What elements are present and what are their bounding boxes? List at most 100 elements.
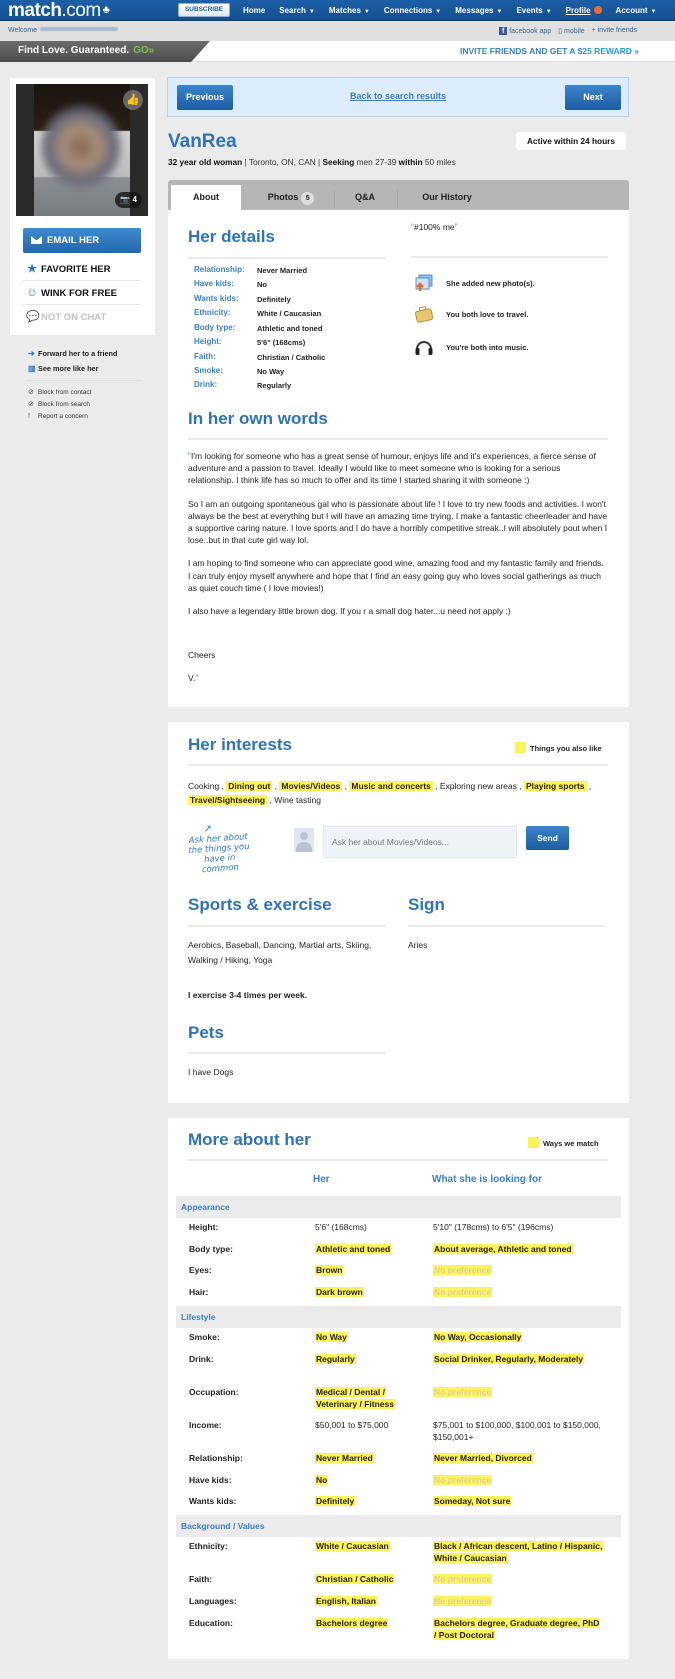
looking-for-value-text: Bachelors degree, Graduate degree, PhD /…	[433, 1618, 601, 1640]
nav-search[interactable]: Search ▼	[272, 6, 322, 15]
row-label: Ethnicity:	[189, 1541, 228, 1551]
looking-for-value-text: No preference	[433, 1287, 493, 1297]
detail-label: Ethnicity:	[194, 308, 231, 317]
nav-home[interactable]: Home	[236, 6, 272, 15]
interest-item: Cooking	[188, 781, 220, 791]
next-button[interactable]: Next	[565, 85, 621, 110]
detail-value: Regularly	[257, 381, 292, 390]
her-value: White / Caucasian	[315, 1541, 415, 1553]
active-status-badge: Active within 24 hours	[516, 132, 626, 150]
her-value-text: Definitely	[315, 1496, 356, 1506]
interests-legend: Things you also like	[515, 742, 602, 753]
wink-button[interactable]: ☺ WINK FOR FREE	[23, 281, 141, 305]
looking-for-value-text: Never Married, Divorced	[433, 1453, 533, 1463]
facebook-icon: f	[499, 27, 508, 35]
her-value: English, Italian	[315, 1596, 415, 1608]
looking-for-value-text: Social Drinker, Regularly, Moderately	[433, 1354, 585, 1364]
favorite-her-button[interactable]: ★ FAVORITE HER	[23, 257, 141, 281]
looking-for-value-text: No preference	[433, 1265, 493, 1275]
photo-count-badge[interactable]: 📷 4	[115, 192, 142, 208]
nav-matches[interactable]: Matches ▼	[322, 6, 377, 15]
invite-friends-link[interactable]: + invite friends	[592, 27, 637, 35]
nav-messages[interactable]: Messages ▼	[448, 6, 509, 15]
interests-card: Her interests Things you also like Cooki…	[168, 722, 629, 1103]
welcome-bar: Welcome f facebook app ▯ mobile + invite …	[0, 21, 675, 41]
her-value: Athletic and toned	[315, 1244, 415, 1256]
detail-value: No Way	[257, 367, 285, 376]
interest-item: Wine tasting	[274, 795, 321, 805]
headphones-icon	[415, 341, 433, 355]
profile-photo[interactable]: 👍 📷 4	[16, 84, 148, 216]
tab-qa[interactable]: Q&A	[334, 185, 396, 210]
bars-icon: ▥	[28, 364, 36, 373]
match-logo[interactable]: match.com ♣	[8, 0, 110, 21]
row-label: Drink:	[189, 1354, 214, 1364]
detail-label: Height:	[194, 337, 222, 346]
looking-for-value: 5'10" (178cms) to 6'5" (196cms)	[433, 1222, 603, 1234]
row-label: Hair:	[189, 1287, 209, 1297]
chevron-down-icon: ▼	[545, 9, 552, 15]
block-contact-link[interactable]: ⊘ Block from contact	[28, 387, 153, 399]
welcome-text: Welcome	[8, 27, 119, 34]
see-more-like-her-link[interactable]: ▥ See more like her	[28, 361, 153, 376]
detail-value: No	[257, 280, 267, 289]
looking-for-value: No preference	[433, 1387, 603, 1399]
back-to-results-link[interactable]: Back to search results	[168, 91, 628, 101]
own-words-heading: In her own words	[188, 409, 328, 428]
about-me-text: “I'm looking for someone who has a great…	[188, 451, 608, 684]
looking-for-value: No preference	[433, 1574, 603, 1586]
send-button[interactable]: Send	[526, 826, 569, 850]
go-link[interactable]: GO»	[133, 45, 154, 56]
smiley-icon: ☺	[26, 287, 38, 299]
looking-for-value: No preference	[433, 1596, 603, 1608]
nav-events[interactable]: Events ▼	[509, 6, 558, 15]
block-search-link[interactable]: ⊘ Block from search	[28, 399, 153, 411]
looking-for-value: Someday, Not sure	[433, 1496, 603, 1508]
invite-reward-link[interactable]: INVITE FRIENDS AND GET A $25 REWARD »	[460, 46, 639, 56]
ask-her-input[interactable]	[323, 826, 517, 858]
interest-item: Playing sports	[523, 781, 587, 791]
row-label: Have kids:	[189, 1475, 232, 1485]
like-thumbs-up-icon[interactable]: 👍	[123, 90, 143, 110]
row-label: Income:	[189, 1420, 222, 1430]
looking-for-value: No Way, Occasionally	[433, 1332, 603, 1344]
mobile-link[interactable]: ▯ mobile	[558, 27, 584, 35]
section-header: Background / Values	[176, 1515, 621, 1537]
looking-for-value: $75,001 to $100,000, $100,001 to $150,00…	[433, 1420, 603, 1443]
chevron-down-icon: ▼	[496, 9, 503, 15]
nav-account[interactable]: Account ▼	[609, 6, 664, 15]
notification-badge-icon	[593, 6, 602, 14]
her-value: Definitely	[315, 1496, 415, 1508]
sidebar-links: ➜ Forward her to a friend ▥ See more like …	[26, 346, 153, 423]
block-icon: ⊘	[28, 389, 34, 396]
column-looking-for: What she is looking for	[432, 1174, 543, 1185]
her-value-text: Brown	[315, 1265, 344, 1275]
nav-connections[interactable]: Connections ▼	[377, 6, 448, 15]
tab-about[interactable]: About	[171, 185, 241, 210]
detail-label: Body type:	[194, 323, 236, 332]
email-her-button[interactable]: EMAIL HER	[23, 228, 141, 253]
row-label: Body type:	[189, 1244, 233, 1254]
looking-for-value: Never Married, Divorced	[433, 1453, 603, 1465]
nav-profile[interactable]: Profile	[559, 6, 609, 15]
her-value-text: English, Italian	[315, 1596, 377, 1606]
subscribe-button[interactable]: SUBSCRIBE	[178, 3, 230, 17]
user-avatar	[294, 828, 314, 852]
report-concern-link[interactable]: ! Report a concern	[28, 411, 153, 423]
facebook-app-link[interactable]: f facebook app	[499, 27, 551, 35]
sign-heading: Sign	[408, 895, 445, 914]
tab-photos[interactable]: Photos 5	[246, 185, 336, 210]
her-value-text: Medical / Dental / Veterinary / Fitness	[315, 1387, 395, 1409]
forward-to-friend-link[interactable]: ➜ Forward her to a friend	[28, 346, 153, 361]
common-interests-prompt: ↗ Ask her about the things you have in co…	[185, 822, 252, 876]
detail-value: White / Caucasian	[257, 309, 322, 318]
guarantee-banner[interactable]: Find Love. Guaranteed. GO»	[0, 41, 210, 62]
photos-count: 5	[301, 192, 315, 205]
tab-our-history[interactable]: Our History	[397, 185, 497, 210]
detail-label: Wants kids:	[194, 294, 239, 303]
forward-arrow-icon: ➜	[28, 349, 35, 358]
her-value-text: No	[315, 1475, 329, 1485]
detail-value: Never Married	[257, 266, 308, 275]
section-header: Lifestyle	[176, 1306, 621, 1328]
her-value-text: Athletic and toned	[315, 1244, 392, 1254]
